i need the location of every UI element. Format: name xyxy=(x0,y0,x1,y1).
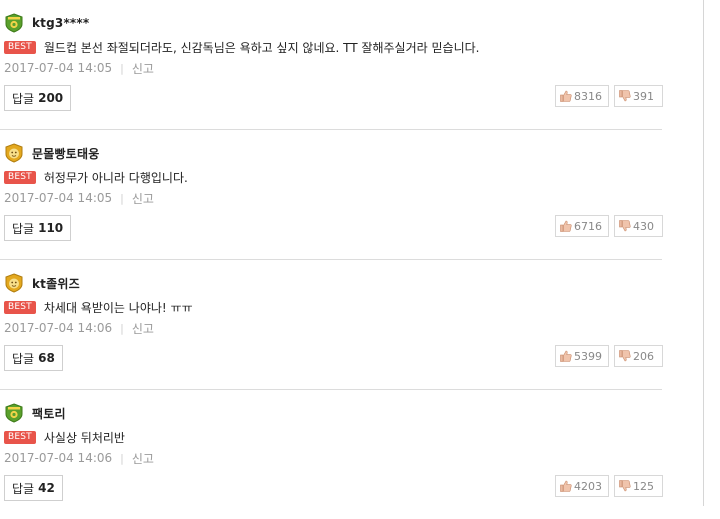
best-badge: BEST xyxy=(4,170,36,184)
comment-author: 팩토리 xyxy=(4,402,66,424)
comment-text-line: BEST 사실상 뒤처리반 xyxy=(4,428,125,446)
meta-divider: | xyxy=(120,61,124,75)
reply-label: 답글 xyxy=(12,91,35,106)
comment-meta: 2017-07-04 14:05 | 신고 xyxy=(4,190,154,206)
dislike-count: 206 xyxy=(633,349,654,363)
thumbs-up-icon xyxy=(560,350,572,362)
comment-author: ktg3**** xyxy=(4,12,89,34)
comment-text-line: BEST 차세대 욕받이는 나야나! ㅠㅠ xyxy=(4,298,193,316)
comment-text: 차세대 욕받이는 나야나! ㅠㅠ xyxy=(43,300,193,315)
dislike-count: 125 xyxy=(633,479,654,493)
comment-text-line: BEST 허정무가 아니라 다행입니다. xyxy=(4,168,188,186)
like-count: 4203 xyxy=(574,479,602,493)
reply-count: 42 xyxy=(38,481,55,495)
reply-label: 답글 xyxy=(12,351,35,366)
comment-meta: 2017-07-04 14:06 | 신고 xyxy=(4,450,154,466)
report-link[interactable]: 신고 xyxy=(132,320,154,337)
comment-author: kt졸위즈 xyxy=(4,272,80,294)
author-name[interactable]: 문몰빵토태웅 xyxy=(32,145,99,162)
best-badge: BEST xyxy=(4,430,36,444)
comment-date: 2017-07-04 14:05 xyxy=(4,61,113,75)
comment-author: 문몰빵토태웅 xyxy=(4,142,99,164)
dislike-button[interactable]: 125 xyxy=(614,475,663,497)
comment-item: ktg3**** BEST 월드컵 본선 좌절되더라도, 신감독님은 욕하고 싶… xyxy=(0,0,663,129)
dislike-count: 430 xyxy=(633,219,654,233)
author-name[interactable]: ktg3**** xyxy=(32,16,89,30)
thumbs-down-icon xyxy=(619,350,631,362)
reply-button[interactable]: 답글 68 xyxy=(4,345,63,371)
dislike-count: 391 xyxy=(633,89,654,103)
reply-count: 200 xyxy=(38,91,64,105)
reply-button[interactable]: 답글 200 xyxy=(4,85,72,111)
gold-level-badge-icon xyxy=(5,143,23,163)
best-badge: BEST xyxy=(4,300,36,314)
like-button[interactable]: 6716 xyxy=(555,215,609,237)
reply-button[interactable]: 답글 110 xyxy=(4,215,72,241)
report-link[interactable]: 신고 xyxy=(132,450,154,467)
green-level-badge-icon xyxy=(5,13,23,33)
like-button[interactable]: 8316 xyxy=(555,85,609,107)
like-count: 8316 xyxy=(574,89,602,103)
best-badge: BEST xyxy=(4,40,36,54)
reply-count: 68 xyxy=(38,351,55,365)
comment-text: 월드컵 본선 좌절되더라도, 신감독님은 욕하고 싶지 않네요. TT 잘해주실… xyxy=(43,40,480,55)
comment-date: 2017-07-04 14:05 xyxy=(4,191,113,205)
thumbs-up-icon xyxy=(560,220,572,232)
gold-level-badge-icon xyxy=(5,273,23,293)
author-name[interactable]: kt졸위즈 xyxy=(32,275,80,292)
comment-text-line: BEST 월드컵 본선 좌절되더라도, 신감독님은 욕하고 싶지 않네요. TT… xyxy=(4,38,479,56)
dislike-button[interactable]: 206 xyxy=(614,345,663,367)
reply-label: 답글 xyxy=(12,481,35,496)
scrollbar-track[interactable] xyxy=(703,0,704,506)
meta-divider: | xyxy=(120,451,124,465)
reply-button[interactable]: 답글 42 xyxy=(4,475,63,501)
thumbs-down-icon xyxy=(619,90,631,102)
comment-item: 팩토리 BEST 사실상 뒤처리반 2017-07-04 14:06 | 신고 … xyxy=(0,389,663,519)
meta-divider: | xyxy=(120,321,124,335)
comment-text: 사실상 뒤처리반 xyxy=(43,430,125,445)
report-link[interactable]: 신고 xyxy=(132,60,154,77)
like-button[interactable]: 5399 xyxy=(555,345,609,367)
dislike-button[interactable]: 430 xyxy=(614,215,663,237)
thumbs-up-icon xyxy=(560,90,572,102)
like-button[interactable]: 4203 xyxy=(555,475,609,497)
meta-divider: | xyxy=(120,191,124,205)
author-name[interactable]: 팩토리 xyxy=(32,405,66,422)
comment-meta: 2017-07-04 14:05 | 신고 xyxy=(4,60,154,76)
reply-count: 110 xyxy=(38,221,64,235)
comment-date: 2017-07-04 14:06 xyxy=(4,321,113,335)
thumbs-up-icon xyxy=(560,480,572,492)
comment-list-page: ktg3**** BEST 월드컵 본선 좌절되더라도, 신감독님은 욕하고 싶… xyxy=(0,0,720,506)
thumbs-down-icon xyxy=(619,480,631,492)
like-count: 5399 xyxy=(574,349,602,363)
comment-item: kt졸위즈 BEST 차세대 욕받이는 나야나! ㅠㅠ 2017-07-04 1… xyxy=(0,259,663,389)
comment-meta: 2017-07-04 14:06 | 신고 xyxy=(4,320,154,336)
thumbs-down-icon xyxy=(619,220,631,232)
comment-date: 2017-07-04 14:06 xyxy=(4,451,113,465)
reply-label: 답글 xyxy=(12,221,35,236)
comment-text: 허정무가 아니라 다행입니다. xyxy=(43,170,188,185)
like-count: 6716 xyxy=(574,219,602,233)
comment-item: 문몰빵토태웅 BEST 허정무가 아니라 다행입니다. 2017-07-04 1… xyxy=(0,129,663,259)
report-link[interactable]: 신고 xyxy=(132,190,154,207)
green-level-badge-icon xyxy=(5,403,23,423)
dislike-button[interactable]: 391 xyxy=(614,85,663,107)
